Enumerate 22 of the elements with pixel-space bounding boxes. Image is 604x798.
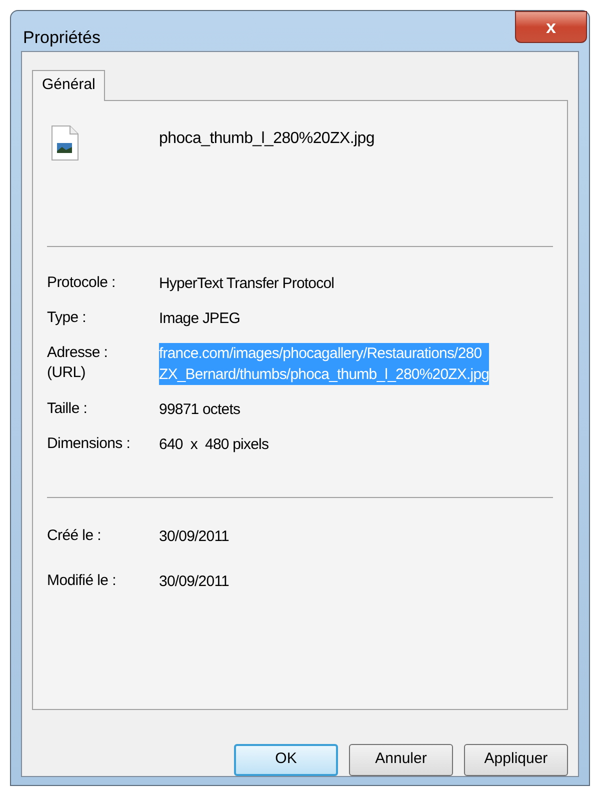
file-name: phoca_thumb_l_280%20ZX.jpg bbox=[159, 128, 374, 148]
dialog-button[interactable]: Appliquer bbox=[464, 744, 568, 776]
field-label: Créé le : bbox=[47, 526, 102, 546]
field-value: 640 x 480 pixels bbox=[159, 434, 269, 454]
field-label: Dimensions : bbox=[47, 434, 132, 454]
field-label: Modifié le : bbox=[47, 570, 117, 590]
field-value: HyperText Transfer Protocol bbox=[159, 274, 334, 294]
field-value: Image JPEG bbox=[159, 308, 240, 328]
field-value: 30/09/2011 bbox=[159, 526, 229, 546]
field-label: Taille : bbox=[47, 398, 88, 418]
window-title: Propriétés bbox=[23, 27, 100, 49]
field-label: Protocole : bbox=[47, 272, 116, 292]
field-value: 30/09/2011 bbox=[159, 572, 229, 592]
field-value: 99871 octets bbox=[159, 400, 240, 420]
close-button[interactable]: x bbox=[515, 11, 587, 43]
tab[interactable]: Général bbox=[32, 70, 106, 100]
dialog-button[interactable]: OK bbox=[234, 744, 338, 776]
field-label: Type : bbox=[47, 308, 88, 328]
field-value: france.com/images/phocagallery/Restaurations/280 ZX_Bernard/thumbs/phoca_thumb_l_280%20ZX.jpg bbox=[159, 342, 490, 384]
image-file-icon bbox=[51, 124, 79, 160]
dialog-button[interactable]: Annuler bbox=[349, 744, 453, 776]
field-label: Adresse : (URL) bbox=[47, 342, 109, 382]
